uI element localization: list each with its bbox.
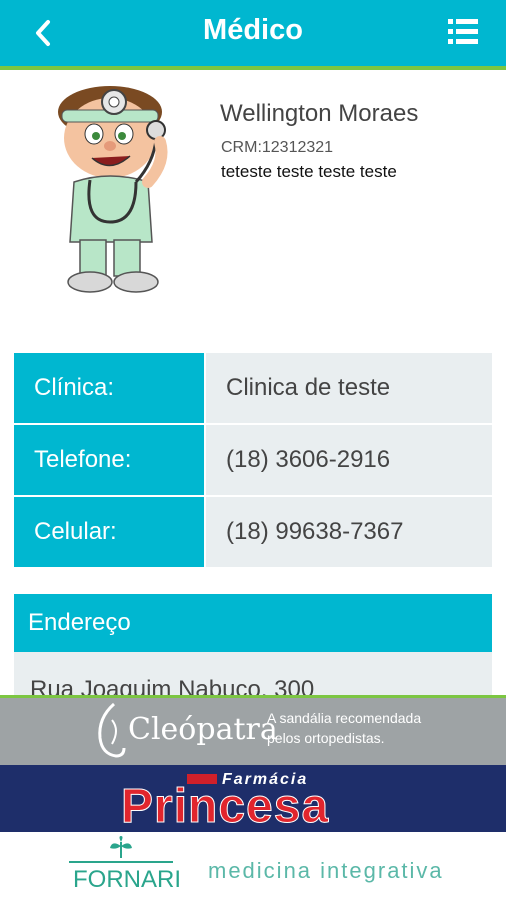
doctor-avatar (58, 86, 168, 293)
page-title: Médico (203, 14, 303, 46)
doctor-name: Wellington Moraes (220, 100, 419, 127)
ad-divider-line (0, 695, 506, 698)
cleopatra-tagline-1: A sandália recomendada (267, 710, 422, 726)
info-label: Celular: (14, 497, 204, 567)
princesa-logo-text: Princesa (120, 780, 330, 834)
info-row-telefone: Telefone: (18) 3606-2916 (14, 425, 492, 497)
fornari-leaf-icon (110, 836, 132, 858)
doctor-crm: CRM:12312321 (221, 139, 334, 156)
phone-value[interactable]: (18) 3606-2916 (204, 425, 492, 495)
info-label: Clínica: (14, 353, 204, 423)
info-row-celular: Celular: (18) 99638-7367 (14, 497, 492, 567)
clinic-value: Clinica de teste (204, 353, 492, 423)
cleopatra-logo-icon (98, 702, 126, 758)
mobile-value[interactable]: (18) 99638-7367 (204, 497, 492, 567)
cleopatra-brand: Cleópatra (128, 712, 278, 747)
cleopatra-tagline-2: pelos ortopedistas. (267, 730, 385, 746)
app-bar-accent-line (0, 66, 506, 70)
info-table: Clínica: Clinica de teste Telefone: (18)… (14, 353, 492, 567)
doctor-description: teteste teste teste teste (221, 162, 397, 181)
list-menu-icon (448, 19, 478, 44)
fornari-tagline: medicina integrativa (208, 858, 444, 883)
fornari-logo-line (69, 861, 173, 863)
address-header: Endereço (14, 594, 492, 652)
menu-button[interactable] (446, 16, 480, 48)
info-row-clinica: Clínica: Clinica de teste (14, 353, 492, 425)
info-label: Telefone: (14, 425, 204, 495)
fornari-brand: FORNARI (73, 866, 181, 893)
